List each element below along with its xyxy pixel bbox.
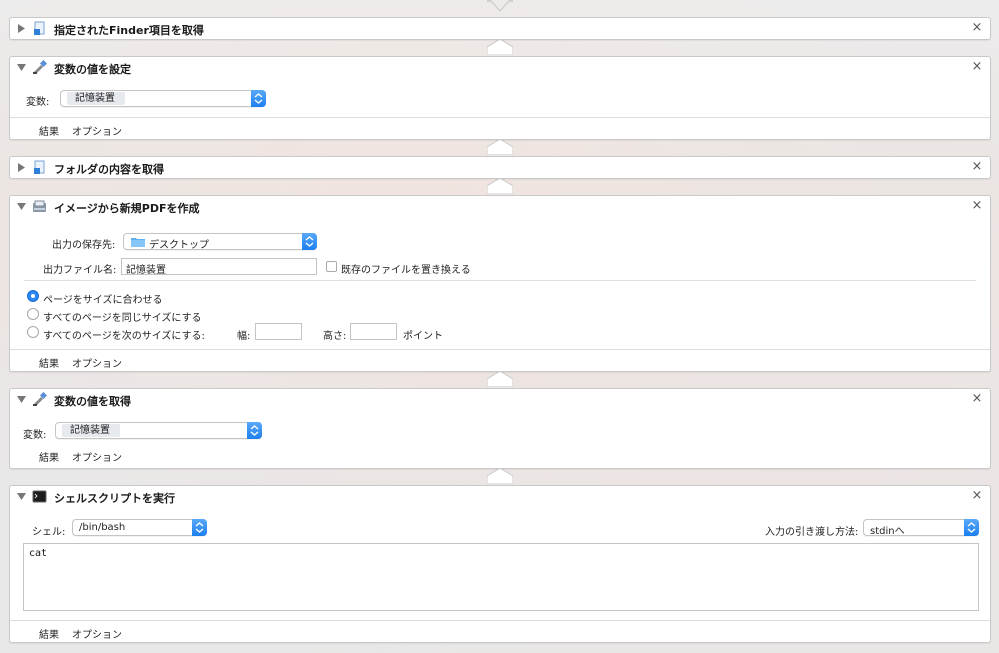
shell-popup[interactable]: /bin/bash: [72, 519, 207, 536]
disclosure-right-icon[interactable]: [17, 24, 26, 33]
disclosure-down-icon[interactable]: [17, 63, 26, 72]
radio-fit-page-label: ページをサイズに合わせる: [43, 295, 163, 306]
action-footer: 結果 オプション: [10, 620, 990, 642]
close-icon[interactable]: ×: [971, 21, 983, 35]
results-button[interactable]: 結果: [39, 123, 59, 138]
action-title: 変数の値を設定: [54, 63, 131, 76]
action-new-pdf-from-images: イメージから新規PDFを作成 × 出力の保存先: デスクトップ 出力ファイル名:…: [9, 195, 991, 372]
filename-value: 記憶装置: [126, 265, 166, 276]
terminal-icon: [32, 490, 47, 503]
popup-stepper-icon: [964, 519, 979, 536]
action-title: フォルダの内容を取得: [54, 163, 164, 176]
action-footer: 結果 オプション: [10, 117, 990, 139]
action-title: シェルスクリプトを実行: [54, 492, 175, 505]
flow-connector: [487, 371, 513, 387]
disclosure-down-icon[interactable]: [17, 202, 26, 211]
radio-fit-page[interactable]: [27, 290, 39, 302]
action-header[interactable]: イメージから新規PDFを作成 ×: [10, 196, 990, 218]
popup-stepper-icon: [192, 519, 207, 536]
radio-next-size[interactable]: [27, 326, 39, 338]
flow-connector: [487, 468, 513, 484]
close-icon[interactable]: ×: [971, 160, 983, 174]
popup-stepper-icon: [251, 90, 266, 107]
disclosure-down-icon[interactable]: [17, 395, 26, 404]
flow-connector: [487, 178, 513, 194]
results-button[interactable]: 結果: [39, 449, 59, 464]
variable-token: 記憶装置: [67, 92, 125, 105]
action-get-finder-items[interactable]: 指定されたFinder項目を取得 ×: [9, 17, 991, 40]
filename-label: 出力ファイル名:: [43, 265, 117, 276]
disclosure-right-icon[interactable]: [17, 163, 26, 172]
replace-existing-checkbox[interactable]: [326, 261, 337, 272]
action-header[interactable]: 指定されたFinder項目を取得 ×: [10, 18, 990, 40]
action-run-shell-script: シェルスクリプトを実行 × シェル: /bin/bash 入力の引き渡し方法: …: [9, 485, 991, 643]
script-editor[interactable]: cat: [23, 543, 979, 611]
flow-connector: [487, 139, 513, 155]
radio-same-size-label: すべてのページを同じサイズにする: [43, 313, 202, 324]
popup-stepper-icon: [247, 422, 262, 439]
save-location-popup[interactable]: デスクトップ: [123, 233, 317, 251]
options-button[interactable]: オプション: [72, 123, 122, 138]
disclosure-down-icon[interactable]: [17, 492, 26, 501]
pdf-scanner-icon: [33, 200, 46, 212]
results-button[interactable]: 結果: [39, 626, 59, 641]
action-get-folder-contents[interactable]: フォルダの内容を取得 ×: [9, 156, 991, 179]
action-get-variable: 変数の値を取得 × 変数: 記憶装置 結果 オプション: [9, 388, 991, 469]
finder-file-icon: [34, 21, 45, 35]
save-location-value: デスクトップ: [149, 240, 209, 251]
action-footer: 結果 オプション: [10, 349, 990, 371]
flow-connector: [487, 39, 513, 55]
action-footer: 結果 オプション: [10, 446, 990, 468]
height-input[interactable]: [350, 323, 397, 340]
variable-token: 記憶装置: [62, 424, 120, 437]
pass-input-value: stdinへ: [870, 526, 905, 537]
shell-value: /bin/bash: [79, 522, 126, 533]
variable-label: 変数:: [23, 430, 47, 441]
action-set-variable: 変数の値を設定 × 変数: 記憶装置 結果 オプション: [9, 56, 991, 140]
radio-same-size[interactable]: [27, 308, 39, 320]
pass-input-popup[interactable]: stdinへ: [863, 519, 979, 537]
script-text: cat: [29, 548, 48, 559]
action-header[interactable]: 変数の値を設定 ×: [10, 57, 990, 79]
variable-label: 変数:: [26, 97, 50, 108]
height-label: 高さ:: [323, 331, 347, 342]
action-title: イメージから新規PDFを作成: [54, 202, 200, 215]
action-header[interactable]: フォルダの内容を取得 ×: [10, 157, 990, 179]
set-variable-icon: [33, 60, 47, 74]
finder-file-icon: [34, 160, 45, 174]
get-variable-icon: [33, 392, 47, 406]
options-button[interactable]: オプション: [72, 355, 122, 370]
variable-popup[interactable]: 記憶装置: [60, 90, 266, 107]
action-title: 変数の値を取得: [54, 395, 131, 408]
width-input[interactable]: [255, 323, 302, 340]
variable-popup[interactable]: 記憶装置: [55, 422, 262, 439]
width-label: 幅:: [237, 331, 251, 342]
save-location-label: 出力の保存先:: [52, 240, 116, 251]
action-title: 指定されたFinder項目を取得: [54, 24, 204, 37]
unit-label: ポイント: [403, 331, 443, 342]
action-header[interactable]: シェルスクリプトを実行 ×: [10, 486, 990, 508]
shell-label: シェル:: [32, 527, 66, 538]
results-button[interactable]: 結果: [39, 355, 59, 370]
radio-next-size-label: すべてのページを次のサイズにする:: [43, 331, 205, 342]
close-icon[interactable]: ×: [971, 489, 983, 503]
filename-input[interactable]: 記憶装置: [121, 258, 317, 276]
popup-stepper-icon: [302, 233, 317, 250]
flow-connector: [487, 0, 513, 16]
divider: [24, 280, 976, 281]
action-header[interactable]: 変数の値を取得 ×: [10, 389, 990, 411]
close-icon[interactable]: ×: [971, 199, 983, 213]
pass-input-label: 入力の引き渡し方法:: [765, 527, 859, 538]
close-icon[interactable]: ×: [971, 60, 983, 74]
options-button[interactable]: オプション: [72, 626, 122, 641]
folder-icon: [131, 238, 145, 247]
replace-existing-label: 既存のファイルを置き換える: [341, 265, 471, 276]
options-button[interactable]: オプション: [72, 449, 122, 464]
close-icon[interactable]: ×: [971, 392, 983, 406]
